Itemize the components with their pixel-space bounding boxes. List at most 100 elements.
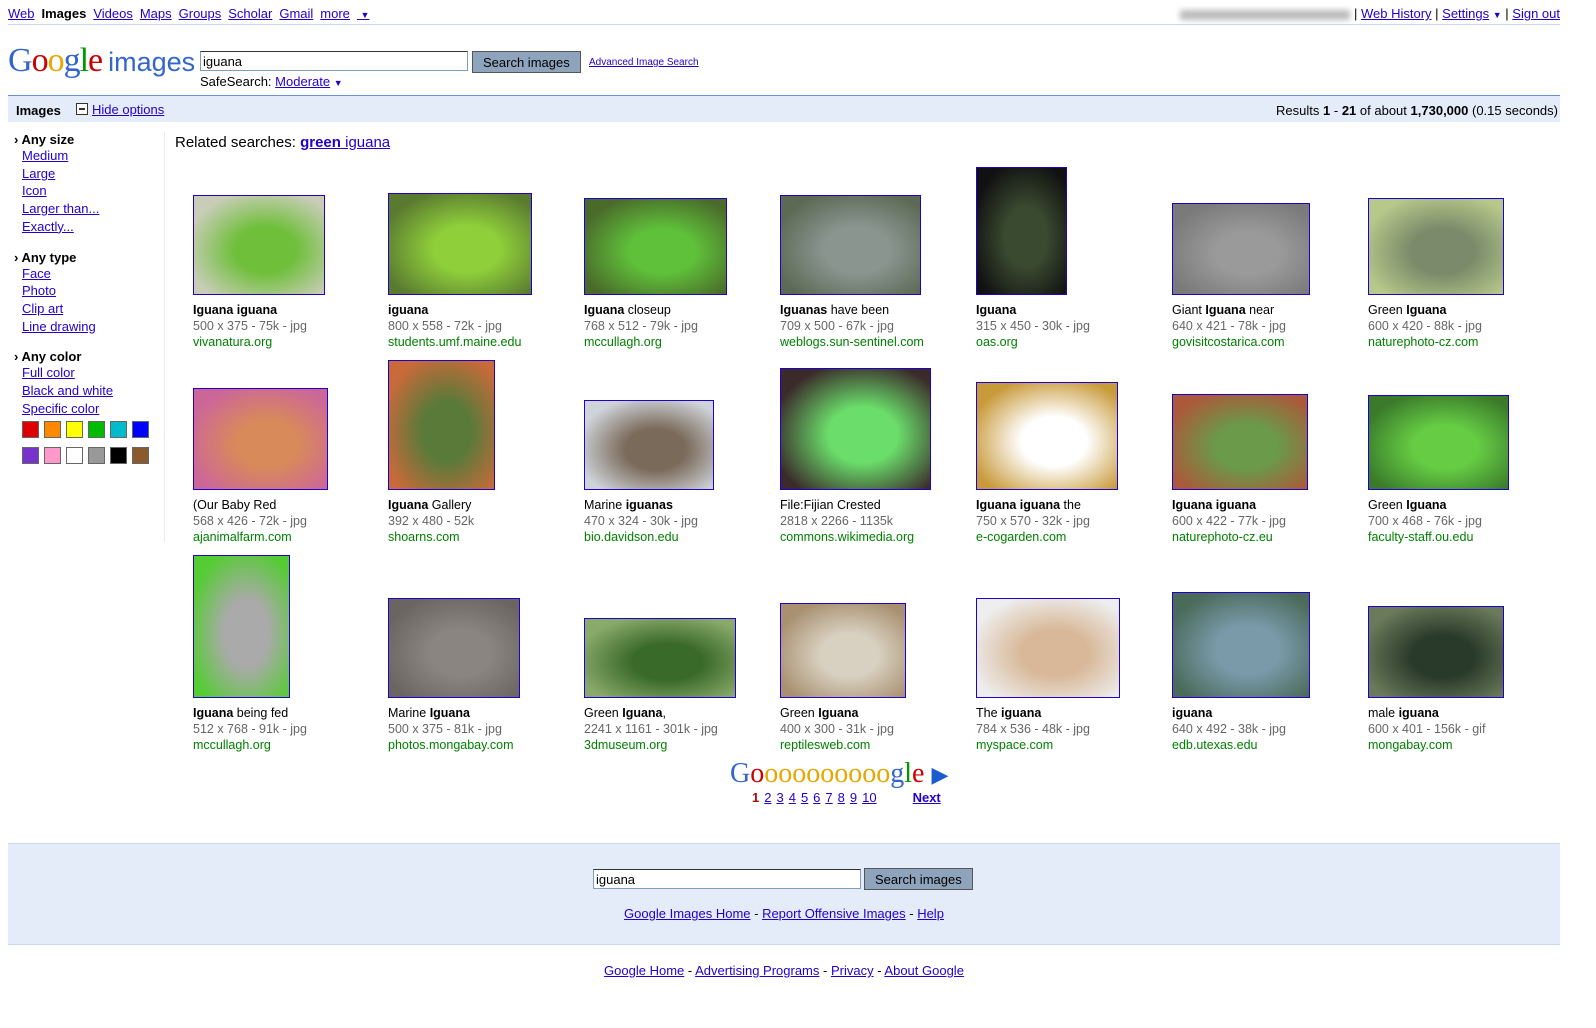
page-link[interactable]: 3 [776, 790, 783, 805]
result-title[interactable]: Green Iguana, [584, 705, 718, 721]
color-swatch[interactable] [110, 421, 127, 439]
sidebar-size-link[interactable]: Medium [22, 148, 68, 163]
result-title[interactable]: iguana [1172, 705, 1286, 721]
result-title[interactable]: Marine Iguana [388, 705, 514, 721]
color-swatch[interactable] [88, 447, 105, 465]
result-thumbnail[interactable] [780, 195, 921, 295]
result-thumbnail[interactable] [584, 198, 727, 295]
hide-options-link[interactable]: Hide options [92, 102, 164, 117]
sidebar-type-link[interactable]: Photo [22, 283, 56, 298]
result-thumbnail[interactable] [584, 618, 736, 698]
color-swatch[interactable] [110, 447, 127, 465]
result-thumbnail[interactable] [976, 598, 1120, 698]
sign-out-link[interactable]: Sign out [1512, 6, 1560, 21]
result-source[interactable]: mongabay.com [1368, 737, 1485, 753]
result-source[interactable]: commons.wikimedia.org [780, 529, 914, 545]
color-swatch[interactable] [88, 421, 105, 439]
result-thumbnail[interactable] [584, 400, 714, 490]
result-source[interactable]: bio.davidson.edu [584, 529, 698, 545]
result-title[interactable]: iguana [388, 302, 521, 318]
result-source[interactable]: e-cogarden.com [976, 529, 1090, 545]
result-title[interactable]: Iguana closeup [584, 302, 698, 318]
page-link[interactable]: 10 [862, 790, 876, 805]
result-thumbnail[interactable] [1368, 606, 1504, 698]
nav-maps[interactable]: Maps [140, 6, 172, 21]
google-home-link[interactable]: Google Home [604, 963, 684, 978]
result-thumbnail[interactable] [1172, 203, 1310, 295]
result-title[interactable]: Iguana iguana [1172, 497, 1286, 513]
color-swatch[interactable] [22, 447, 39, 465]
nav-more[interactable]: more ▼ [320, 6, 376, 21]
page-link[interactable]: 4 [789, 790, 796, 805]
help-link[interactable]: Help [917, 906, 944, 921]
result-thumbnail[interactable] [193, 555, 290, 698]
result-thumbnail[interactable] [1172, 394, 1308, 490]
nav-groups[interactable]: Groups [179, 6, 222, 21]
color-swatch[interactable] [132, 421, 149, 439]
page-link[interactable]: 8 [838, 790, 845, 805]
nav-web[interactable]: Web [8, 6, 35, 21]
color-swatch[interactable] [44, 421, 61, 439]
google-images-logo[interactable]: Google images [8, 42, 195, 80]
result-thumbnail[interactable] [193, 195, 325, 295]
images-home-link[interactable]: Google Images Home [624, 906, 750, 921]
nav-videos[interactable]: Videos [93, 6, 133, 21]
result-thumbnail[interactable] [388, 360, 495, 490]
result-title[interactable]: Green Iguana [1368, 497, 1482, 513]
sidebar-size-link[interactable]: Icon [22, 183, 47, 198]
settings-link[interactable]: Settings [1442, 6, 1489, 21]
result-title[interactable]: Iguana Gallery [388, 497, 474, 513]
chevron-down-icon[interactable]: ▼ [334, 78, 343, 88]
sidebar-size-link[interactable]: Exactly... [22, 219, 74, 234]
report-offensive-link[interactable]: Report Offensive Images [762, 906, 906, 921]
page-link[interactable]: 9 [850, 790, 857, 805]
result-title[interactable]: Iguana iguana the [976, 497, 1090, 513]
safesearch-dropdown[interactable]: Moderate [275, 74, 330, 89]
result-source[interactable]: ajanimalfarm.com [193, 529, 307, 545]
result-source[interactable]: mccullagh.org [193, 737, 307, 753]
sidebar-color-link[interactable]: Black and white [22, 383, 113, 398]
nav-scholar[interactable]: Scholar [228, 6, 272, 21]
result-source[interactable]: 3dmuseum.org [584, 737, 718, 753]
result-title[interactable]: Iguanas have been [780, 302, 924, 318]
sidebar-color-link[interactable]: Full color [22, 365, 75, 380]
result-source[interactable]: myspace.com [976, 737, 1090, 753]
advanced-image-search-link[interactable]: Advanced Image Search [589, 57, 699, 68]
page-link[interactable]: 2 [764, 790, 771, 805]
search-images-button[interactable]: Search images [472, 51, 581, 73]
result-title[interactable]: File:Fijian Crested [780, 497, 914, 513]
result-title[interactable]: Green Iguana [780, 705, 894, 721]
sidebar-type-link[interactable]: Face [22, 266, 51, 281]
sidebar-type-link[interactable]: Line drawing [22, 319, 96, 334]
nav-gmail[interactable]: Gmail [279, 6, 313, 21]
result-thumbnail[interactable] [1368, 198, 1504, 295]
color-swatch[interactable] [132, 447, 149, 465]
result-thumbnail[interactable] [1172, 592, 1310, 698]
result-title[interactable]: male iguana [1368, 705, 1485, 721]
result-title[interactable]: Green Iguana [1368, 302, 1482, 318]
result-thumbnail[interactable] [1368, 395, 1509, 490]
sidebar-type-link[interactable]: Clip art [22, 301, 63, 316]
result-thumbnail[interactable] [388, 598, 520, 698]
result-title[interactable]: The iguana [976, 705, 1090, 721]
page-link[interactable]: 5 [801, 790, 808, 805]
result-thumbnail[interactable] [780, 368, 931, 490]
result-source[interactable]: reptilesweb.com [780, 737, 894, 753]
result-source[interactable]: shoarns.com [388, 529, 474, 545]
result-source[interactable]: naturephoto-cz.eu [1172, 529, 1286, 545]
about-google-link[interactable]: About Google [884, 963, 964, 978]
footer-search-input[interactable] [593, 869, 861, 889]
result-source[interactable]: edb.utexas.edu [1172, 737, 1286, 753]
privacy-link[interactable]: Privacy [831, 963, 874, 978]
advertising-link[interactable]: Advertising Programs [695, 963, 819, 978]
color-swatch[interactable] [66, 447, 83, 465]
result-title[interactable]: Iguana [976, 302, 1090, 318]
related-green-iguana[interactable]: green iguana [300, 134, 390, 151]
sidebar-size-link[interactable]: Large [22, 166, 55, 181]
page-link[interactable]: 6 [813, 790, 820, 805]
color-swatch[interactable] [22, 421, 39, 439]
color-swatch[interactable] [66, 421, 83, 439]
web-history-link[interactable]: Web History [1361, 6, 1432, 21]
result-title[interactable]: Iguana iguana [193, 302, 307, 318]
result-title[interactable]: Marine iguanas [584, 497, 698, 513]
